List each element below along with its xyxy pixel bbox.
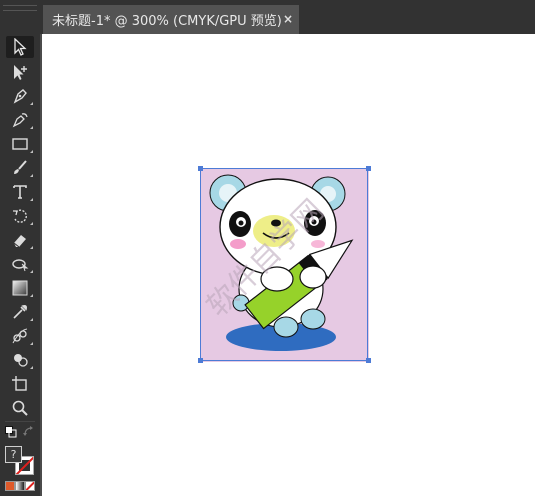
fill-stroke-swatches: ?	[5, 446, 35, 475]
shape-builder-tool[interactable]	[6, 349, 34, 371]
document-tab[interactable]: 未标题-1* @ 300% (CMYK/GPU 预览) ×	[43, 5, 299, 34]
type-tool[interactable]	[6, 181, 34, 203]
paintbrush-tool[interactable]	[6, 157, 34, 179]
canvas-edge	[40, 34, 42, 496]
zoom-tool[interactable]	[6, 397, 34, 419]
pen-tool-icon	[13, 89, 27, 104]
handle-top-right[interactable]	[366, 166, 371, 171]
artboard-tool[interactable]	[6, 373, 34, 395]
color-mode-buttons	[5, 480, 35, 491]
type-tool-icon	[13, 185, 27, 199]
shape-builder-tool-icon	[14, 354, 28, 367]
zoom-tool-icon	[12, 400, 28, 416]
gradient-button[interactable]	[15, 481, 25, 491]
swap-colors-icon[interactable]	[23, 426, 35, 438]
handle-bottom-left[interactable]	[198, 358, 203, 363]
artboard-tool-icon	[12, 376, 27, 391]
none-button[interactable]	[25, 481, 35, 491]
document-tab-title: 未标题-1* @ 300% (CMYK/GPU 预览)	[52, 14, 282, 29]
pen-tool[interactable]	[6, 85, 34, 107]
eraser-tool-icon	[13, 235, 26, 248]
warp-tool-icon	[12, 259, 29, 272]
selection-bounding-box	[200, 168, 368, 361]
rectangle-tool-icon	[12, 138, 28, 150]
fill-swatch[interactable]: ?	[5, 446, 22, 463]
gradient-tool-icon	[12, 280, 28, 296]
eyedropper-tool[interactable]	[6, 301, 34, 323]
rotate-tool[interactable]	[6, 205, 34, 227]
tools-panel: ?	[0, 0, 40, 496]
fill-stroke-controls	[5, 425, 35, 441]
color-button[interactable]	[5, 481, 15, 491]
handle-top-left[interactable]	[198, 166, 203, 171]
selection-tool[interactable]	[6, 36, 34, 58]
handle-bottom-right[interactable]	[366, 358, 371, 363]
eyedropper-tool-icon	[13, 305, 27, 319]
close-tab-button[interactable]: ×	[283, 12, 293, 26]
blend-tool[interactable]	[6, 325, 34, 347]
gradient-tool[interactable]	[6, 277, 34, 299]
blend-tool-icon	[12, 328, 28, 344]
paintbrush-tool-icon	[14, 160, 27, 174]
curvature-tool[interactable]	[6, 109, 34, 131]
curvature-tool-icon	[12, 113, 28, 128]
panel-grip[interactable]	[3, 5, 37, 11]
fill-none-glyph: ?	[10, 448, 17, 461]
canvas-area[interactable]: 软件自学网	[40, 34, 535, 496]
rotate-tool-icon	[13, 209, 27, 223]
direct-selection-tool[interactable]	[6, 61, 34, 83]
direct-selection-tool-icon	[14, 65, 27, 80]
warp-tool[interactable]	[6, 253, 34, 275]
selection-tool-icon	[14, 38, 27, 56]
eraser-tool[interactable]	[6, 229, 34, 251]
document-tab-bar: 未标题-1* @ 300% (CMYK/GPU 预览) ×	[40, 0, 535, 34]
rectangle-tool[interactable]	[6, 133, 34, 155]
default-colors-icon[interactable]	[5, 426, 17, 438]
